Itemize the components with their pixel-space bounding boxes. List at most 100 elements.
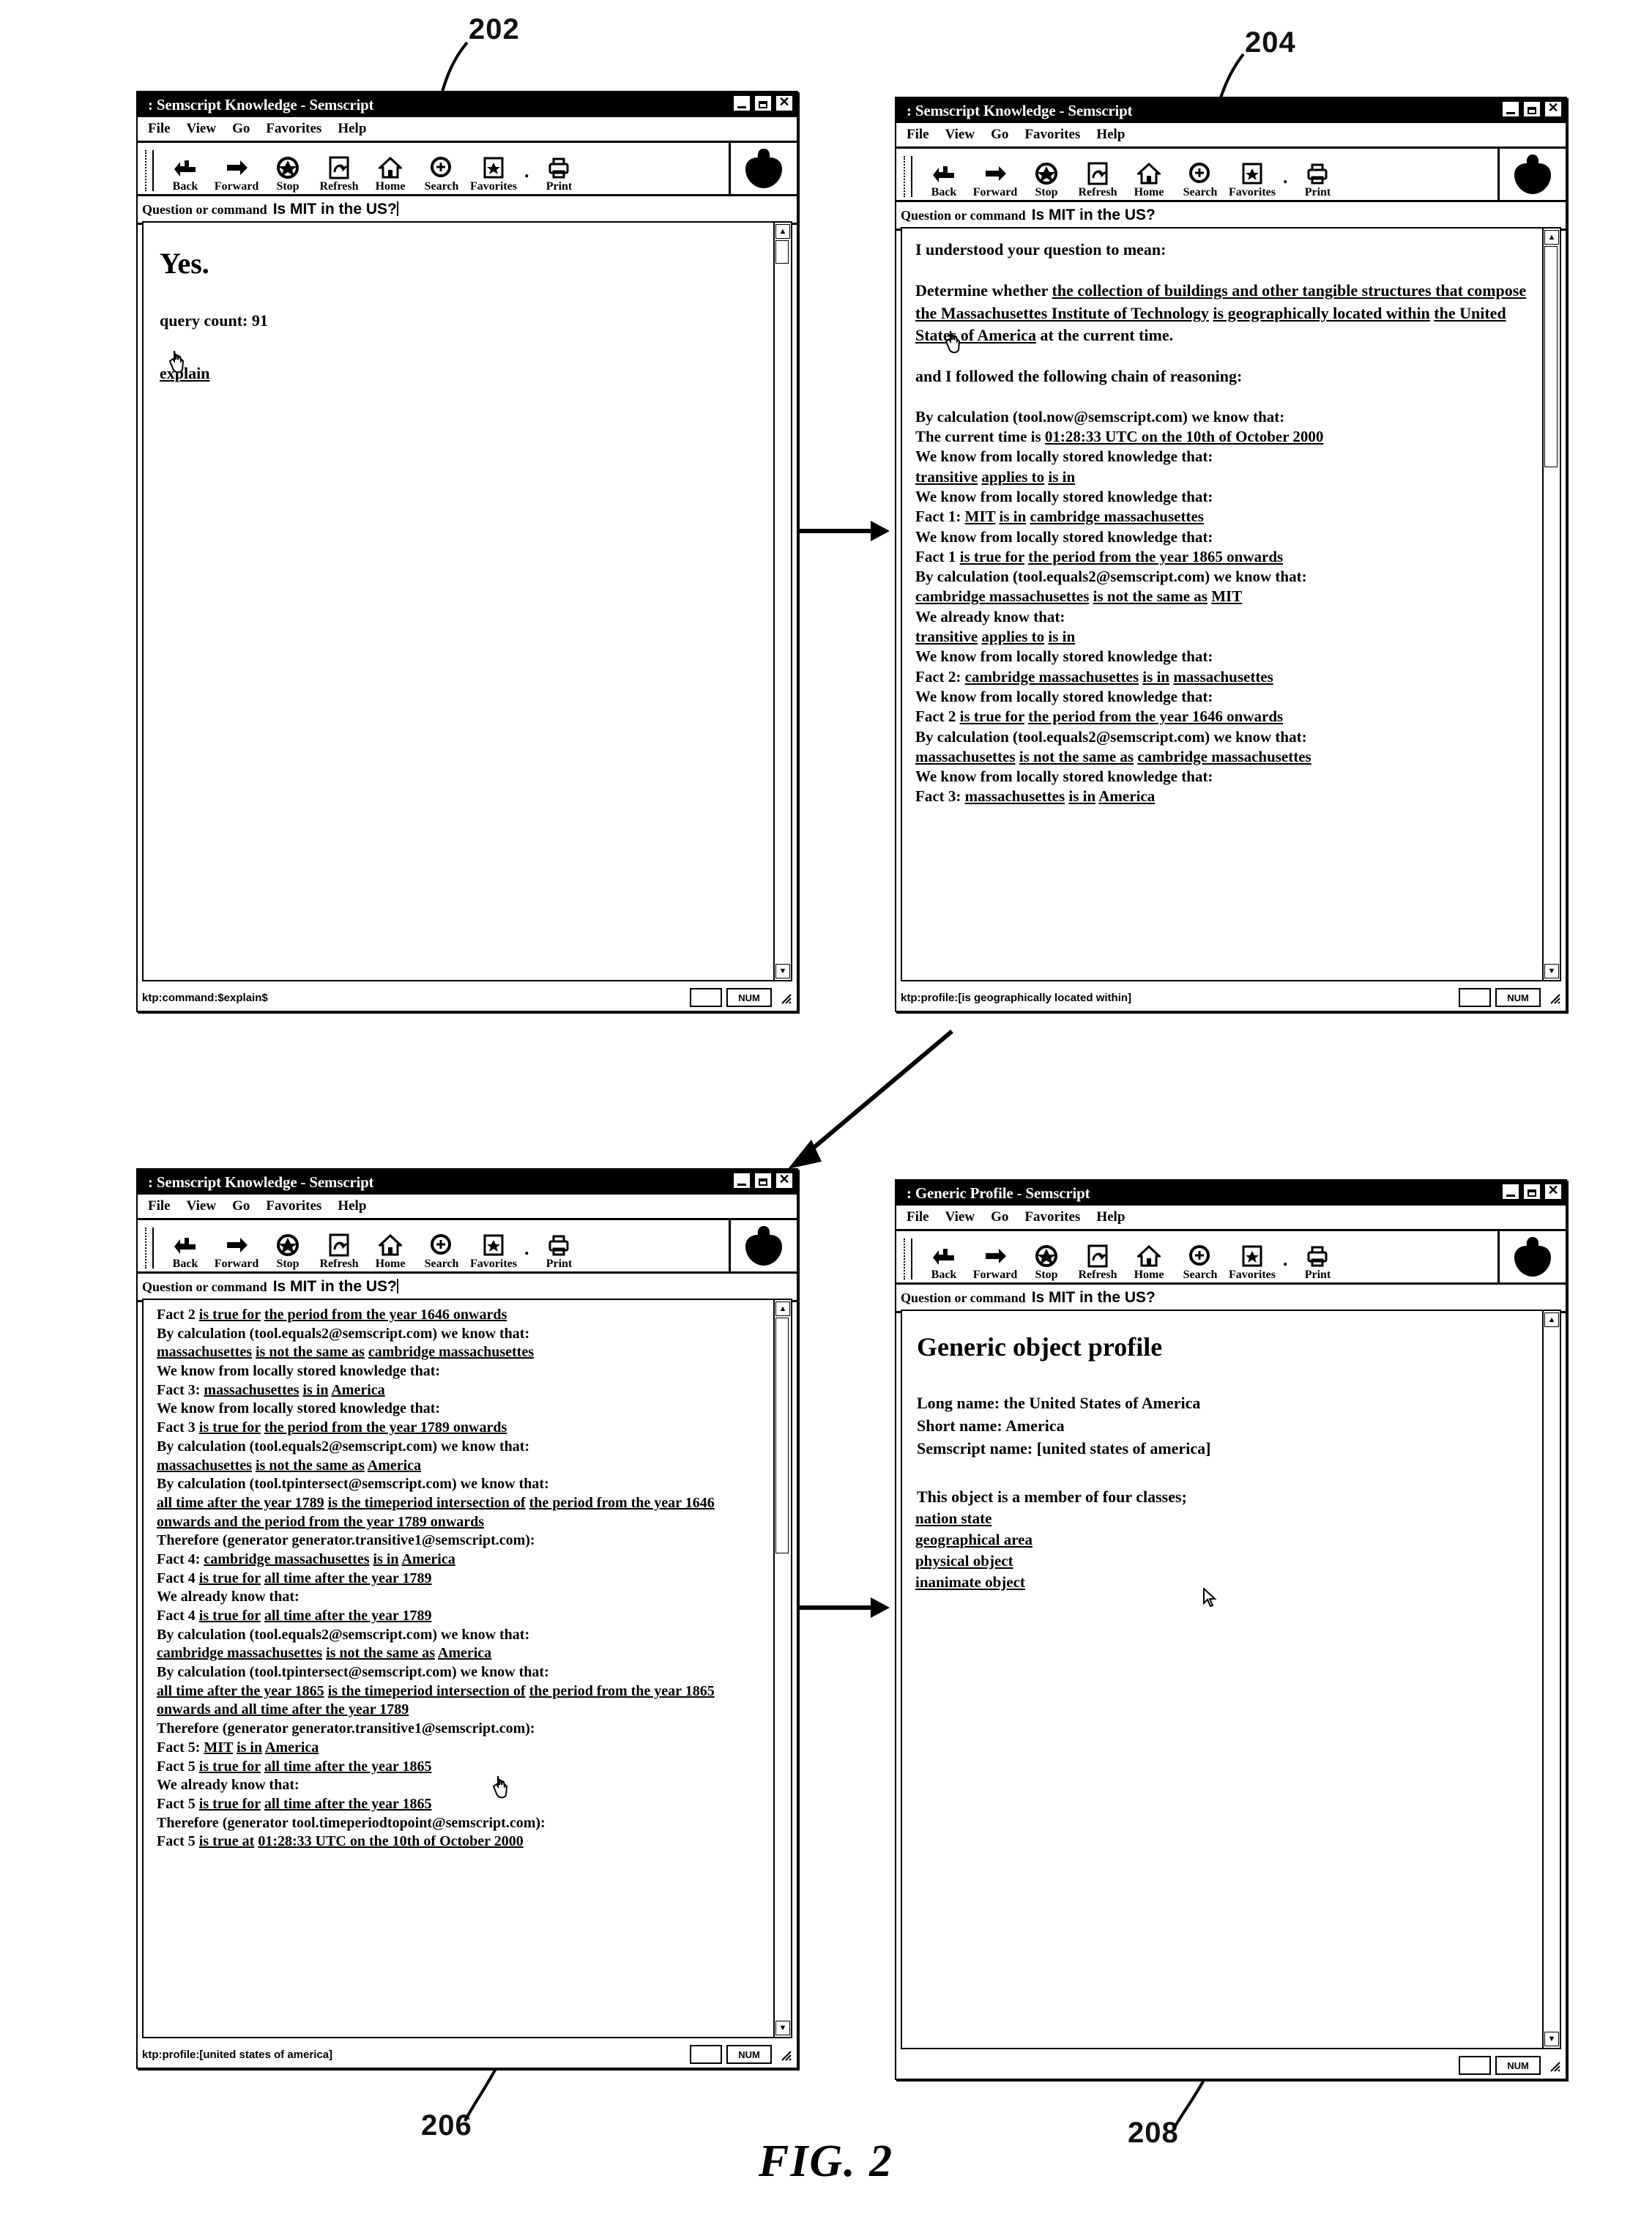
vertical-scrollbar-204[interactable]: ▲ ▼: [1542, 229, 1560, 980]
scroll-thumb[interactable]: [775, 240, 789, 264]
forward-button[interactable]: Forward: [970, 1242, 1021, 1282]
semantic-link[interactable]: all time after the year 1865: [264, 1759, 432, 1775]
home-button[interactable]: Home: [1123, 1242, 1175, 1282]
back-button[interactable]: Back: [160, 1231, 211, 1271]
semantic-link[interactable]: massachusettes: [915, 748, 1016, 765]
vertical-scrollbar-206[interactable]: ▲ ▼: [773, 1300, 791, 2037]
semantic-link[interactable]: transitive: [915, 628, 978, 645]
refresh-button[interactable]: Refresh: [1072, 160, 1123, 200]
home-button[interactable]: Home: [1123, 160, 1175, 200]
menu-item-file[interactable]: File: [907, 127, 929, 143]
scroll-down-icon[interactable]: ▼: [1544, 964, 1559, 978]
search-button[interactable]: Search: [1175, 1242, 1226, 1282]
stop-button[interactable]: Stop: [262, 154, 313, 194]
question-input[interactable]: Is MIT in the US?: [1032, 1289, 1566, 1307]
stop-button[interactable]: Stop: [1021, 160, 1072, 200]
search-button[interactable]: Search: [1175, 160, 1226, 200]
semantic-link[interactable]: is in: [1048, 628, 1075, 645]
window-204[interactable]: : Semscript Knowledge - Semscript ✕ File…: [895, 97, 1567, 1012]
window-controls-202[interactable]: ✕: [732, 94, 794, 112]
menu-item-file[interactable]: File: [148, 121, 171, 137]
class-link-geographical-area[interactable]: geographical area: [915, 1529, 1530, 1551]
close-icon[interactable]: ✕: [775, 94, 794, 112]
semantic-link[interactable]: cambridge massachusettes: [368, 1344, 534, 1360]
scroll-down-icon[interactable]: ▼: [1544, 2032, 1559, 2046]
semantic-link[interactable]: transitive: [915, 468, 978, 486]
scroll-up-icon[interactable]: ▲: [775, 1301, 790, 1316]
window-controls-208[interactable]: ✕: [1501, 1183, 1563, 1200]
semantic-link[interactable]: America: [1098, 787, 1155, 805]
semantic-link[interactable]: is true for: [199, 1307, 261, 1323]
scroll-up-icon[interactable]: ▲: [1544, 230, 1559, 245]
back-button[interactable]: Back: [918, 160, 970, 200]
refresh-button[interactable]: Refresh: [313, 1231, 365, 1271]
semantic-link[interactable]: is true for: [199, 1608, 261, 1624]
window-208[interactable]: : Generic Profile - Semscript ✕ File Vie…: [895, 1179, 1567, 2080]
window-controls-206[interactable]: ✕: [732, 1172, 794, 1189]
favorites-button[interactable]: Favorites: [467, 1231, 520, 1271]
titlebar-202[interactable]: : Semscript Knowledge - Semscript ✕: [138, 92, 797, 117]
favorites-button[interactable]: Favorites: [1226, 1242, 1279, 1282]
print-button[interactable]: Print: [1292, 1242, 1343, 1282]
semantic-link[interactable]: is in: [302, 1382, 328, 1398]
semantic-link[interactable]: is not the same as: [1019, 748, 1134, 765]
toolbar-grip[interactable]: [904, 1239, 912, 1280]
print-button[interactable]: Print: [533, 1231, 584, 1271]
semantic-link[interactable]: 01:28:33 UTC on the 10th of October 2000: [258, 1833, 523, 1849]
forward-button[interactable]: Forward: [211, 1231, 262, 1271]
class-link-inanimate-object[interactable]: inanimate object: [915, 1572, 1530, 1593]
minimize-button[interactable]: [1501, 1183, 1520, 1200]
semantic-link[interactable]: applies to: [981, 628, 1044, 645]
search-button[interactable]: Search: [416, 1231, 467, 1271]
menu-item-go[interactable]: Go: [991, 1209, 1008, 1225]
maximize-button[interactable]: [1522, 1183, 1541, 1200]
semantic-link[interactable]: is in: [373, 1551, 399, 1567]
menu-item-view[interactable]: View: [945, 127, 975, 143]
menu-item-help[interactable]: Help: [338, 1198, 366, 1214]
semantic-link[interactable]: massachusettes: [204, 1382, 299, 1398]
menu-item-go[interactable]: Go: [232, 121, 250, 137]
window-controls-204[interactable]: ✕: [1501, 100, 1563, 118]
semantic-link[interactable]: 01:28:33 UTC on the 10th of October 2000: [1045, 428, 1324, 445]
refresh-button[interactable]: Refresh: [1072, 1242, 1123, 1282]
semantic-link[interactable]: MIT: [1211, 587, 1242, 605]
menu-item-view[interactable]: View: [187, 121, 216, 137]
titlebar-206[interactable]: : Semscript Knowledge - Semscript ✕: [138, 1170, 797, 1195]
semantic-link[interactable]: cambridge massachusettes: [965, 668, 1139, 686]
toolbar-grip[interactable]: [145, 1228, 154, 1269]
close-icon[interactable]: ✕: [1544, 1183, 1563, 1200]
titlebar-204[interactable]: : Semscript Knowledge - Semscript ✕: [896, 98, 1566, 123]
scroll-thumb[interactable]: [775, 1318, 789, 1553]
semantic-link[interactable]: MIT: [965, 508, 996, 525]
class-link-nation-state[interactable]: nation state: [915, 1508, 1530, 1529]
semantic-link[interactable]: the period from the year 1789 onwards: [264, 1419, 507, 1436]
menu-item-help[interactable]: Help: [1096, 1209, 1125, 1225]
forward-button[interactable]: Forward: [211, 154, 262, 194]
semantic-link[interactable]: is not the same as: [256, 1457, 365, 1474]
semantic-link[interactable]: is true for: [199, 1570, 261, 1586]
question-input[interactable]: Is MIT in the US?: [273, 201, 797, 218]
semantic-link[interactable]: massachusettes: [965, 787, 1065, 805]
semantic-link[interactable]: the period from the year 1646 onwards: [1028, 708, 1283, 725]
semantic-link[interactable]: America: [438, 1645, 491, 1661]
resize-grip[interactable]: [778, 990, 792, 1005]
resize-grip[interactable]: [778, 2047, 792, 2062]
semantic-link[interactable]: all time after the year 1789: [264, 1570, 432, 1586]
question-input[interactable]: Is MIT in the US?: [1032, 207, 1566, 224]
semantic-link[interactable]: America: [401, 1551, 455, 1567]
semantic-link[interactable]: all time after the year 1865: [157, 1683, 324, 1699]
refresh-button[interactable]: Refresh: [313, 154, 365, 194]
menu-item-help[interactable]: Help: [1096, 127, 1125, 143]
window-206[interactable]: : Semscript Knowledge - Semscript ✕ File…: [136, 1168, 798, 2069]
semantic-link[interactable]: massachusettes: [1173, 668, 1273, 686]
vertical-scrollbar-202[interactable]: ▲ ▼: [773, 223, 791, 980]
semantic-link[interactable]: the period from the year 1865 onwards: [1028, 548, 1283, 565]
question-input[interactable]: Is MIT in the US?: [273, 1278, 797, 1296]
maximize-button[interactable]: [754, 94, 773, 112]
scroll-up-icon[interactable]: ▲: [775, 224, 790, 239]
menu-item-go[interactable]: Go: [991, 127, 1008, 143]
semantic-link[interactable]: is the timeperiod intersection of: [328, 1683, 526, 1699]
minimize-button[interactable]: [732, 94, 751, 112]
forward-button[interactable]: Forward: [970, 160, 1021, 200]
favorites-button[interactable]: Favorites: [467, 154, 520, 194]
